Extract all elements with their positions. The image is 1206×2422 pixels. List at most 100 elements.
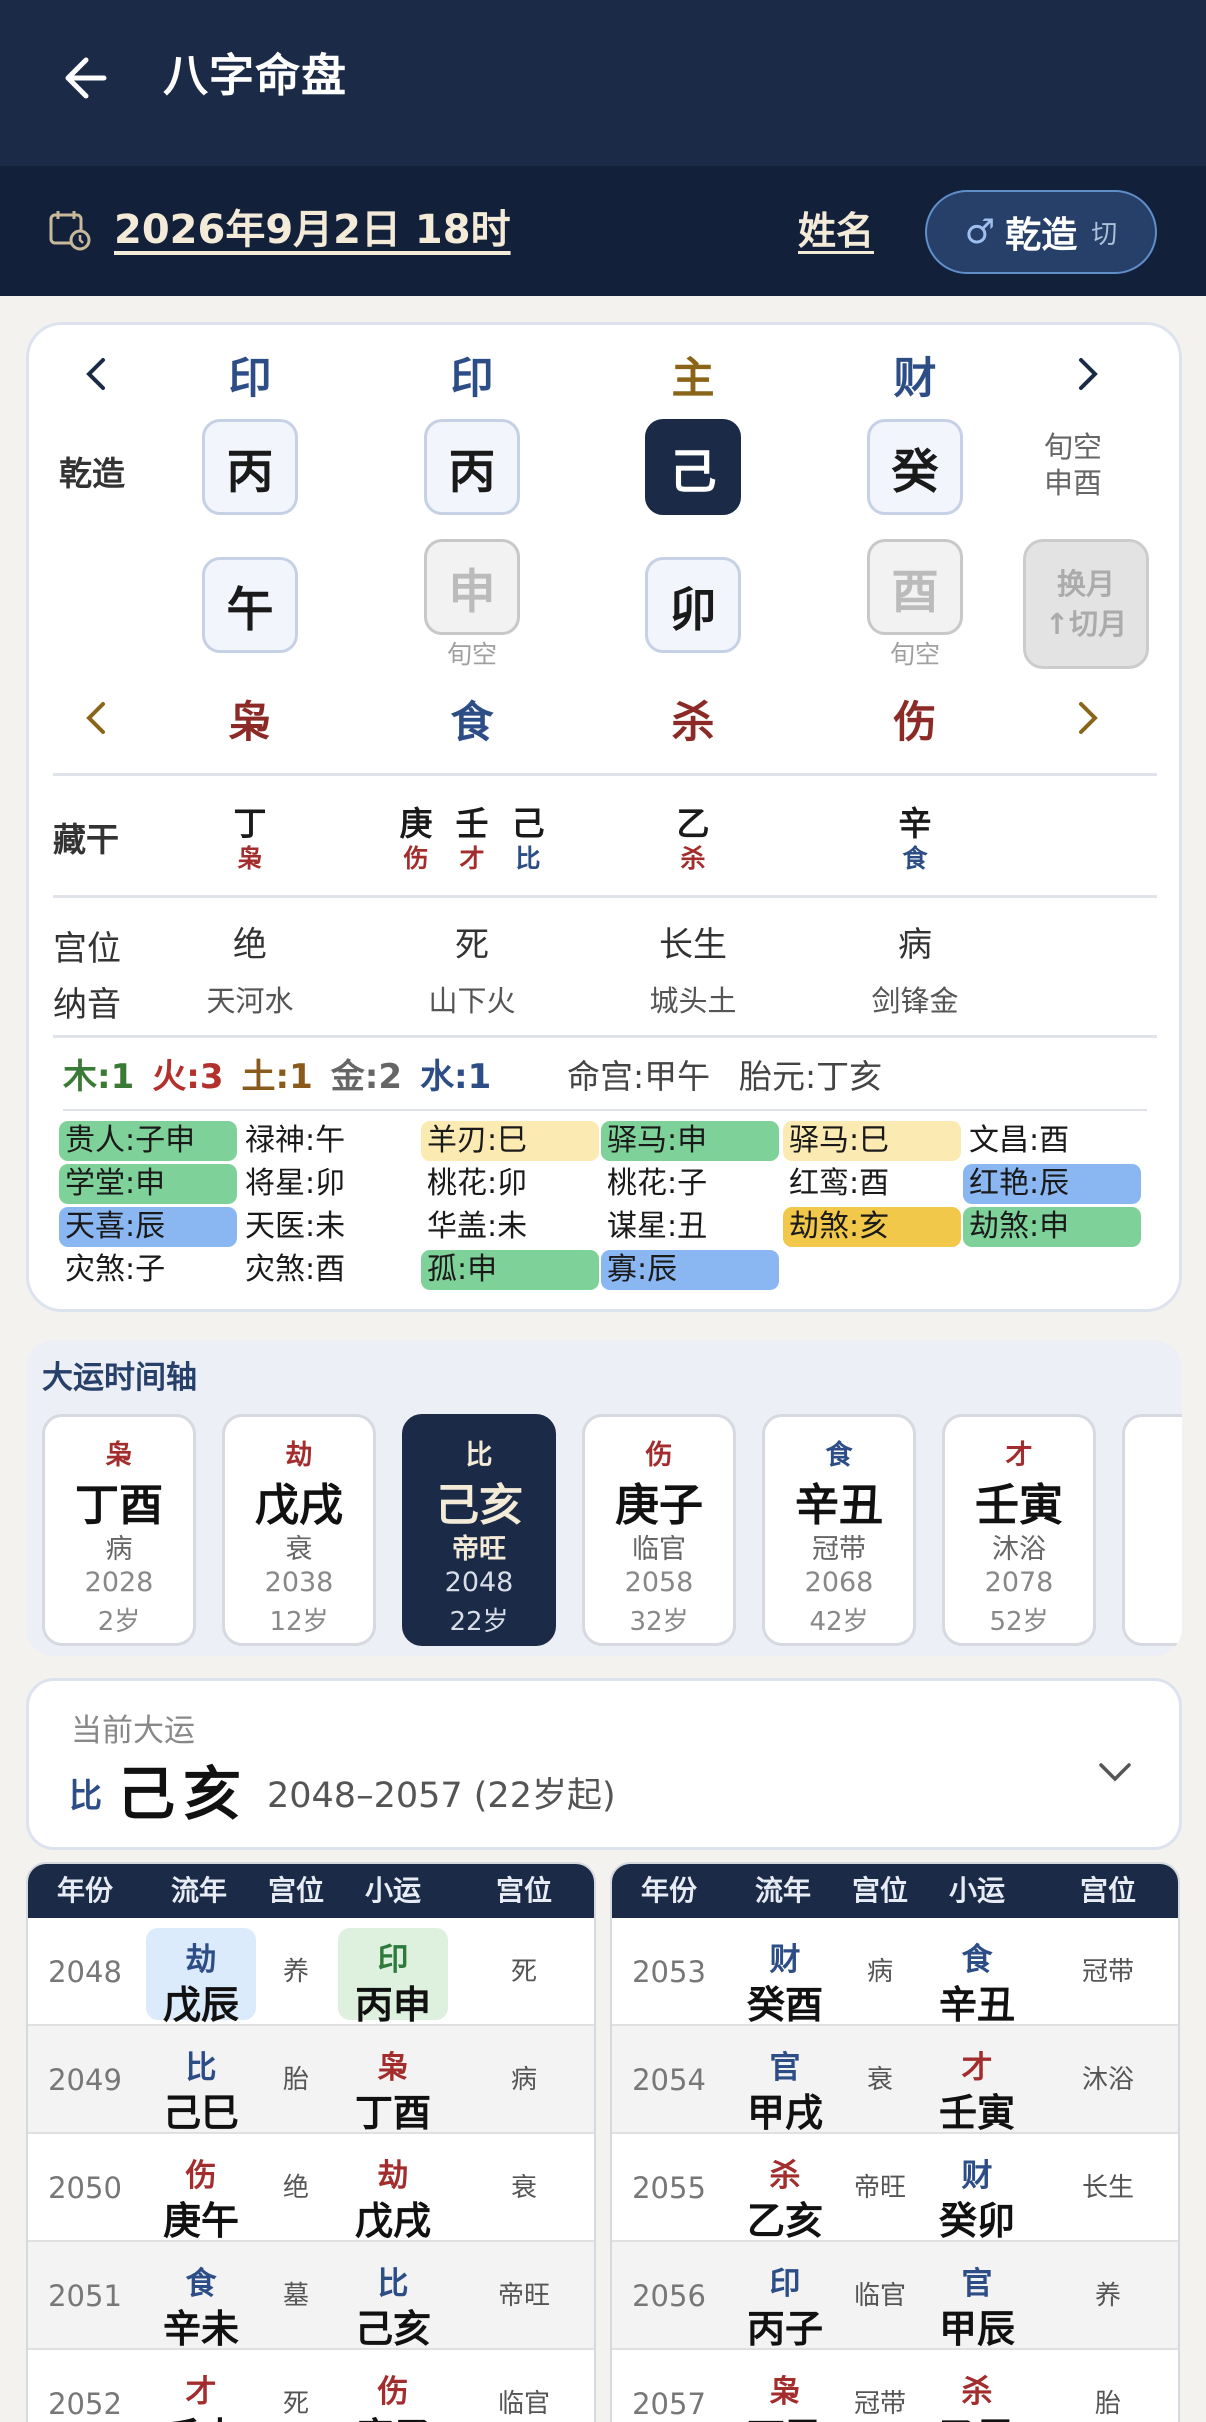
table-row[interactable]: 2049 比己巳胎枭丁酉病	[28, 2026, 594, 2135]
birth-date-selector[interactable]: 2026年9月2日 18时	[114, 200, 511, 260]
shensha-tag[interactable]: 天喜:辰	[59, 1207, 237, 1247]
table-row[interactable]: 2048 劫戊辰养印丙申死	[28, 1918, 594, 2027]
annual-ganzhi: 癸酉	[746, 1983, 823, 2027]
heavenly-stem-3[interactable]: 癸	[867, 419, 963, 515]
minor-luck-ganzhi: 丁酉	[354, 2091, 431, 2135]
minor-luck-ganzhi: 壬寅	[938, 2091, 1015, 2135]
shensha-tag[interactable]: 驿马:巳	[783, 1121, 961, 1161]
shensha-tag[interactable]: 劫煞:亥	[783, 1207, 961, 1247]
luck-start-year: 2038	[264, 1567, 334, 1598]
minor-luck-ganzhi: 辛丑	[938, 1983, 1015, 2027]
hidden-stem-god: 食	[902, 844, 928, 873]
year-cell: 2056	[632, 2279, 706, 2313]
luck-pillar-card[interactable]: 比己亥 帝旺 2048 22岁	[402, 1414, 556, 1646]
earthly-branch-0[interactable]: 午	[202, 557, 298, 653]
earthly-branch-2[interactable]: 卯	[645, 557, 741, 653]
shensha-tag[interactable]: 华盖:未	[421, 1207, 599, 1247]
heavenly-stem-0[interactable]: 丙	[202, 419, 298, 515]
luck-pillar-card[interactable]: 伤庚子 临官 2058 32岁	[582, 1414, 736, 1646]
timeline-title: 大运时间轴	[42, 1360, 197, 1396]
table-row[interactable]: 2053 财癸酉病食辛丑 冠带	[612, 1918, 1178, 2027]
minor-luck-pillar: 官甲辰	[922, 2252, 1032, 2351]
prev-top-chevron-icon[interactable]	[71, 349, 121, 399]
table-row[interactable]: 2051 食辛未墓比己亥 帝旺	[28, 2242, 594, 2351]
minor-luck-ten-god: 枭	[377, 2050, 409, 2086]
annual-ganzhi: 戊辰	[162, 1983, 239, 2027]
palace-label: 宫位	[53, 929, 121, 969]
minor-luck-ganzhi: 戊戌	[354, 2199, 431, 2243]
luck-ten-god: 比	[465, 1440, 493, 1471]
minor-luck-ganzhi: 丙申	[354, 1983, 431, 2027]
prev-bottom-chevron-icon[interactable]	[71, 693, 121, 743]
luck-start-age: 52岁	[989, 1607, 1049, 1637]
luck-ganzhi: 戊戌	[255, 1480, 343, 1531]
annual-palace: 衰	[866, 2065, 893, 2095]
shensha-tag[interactable]: 孤:申	[421, 1250, 599, 1290]
shensha-tag[interactable]: 劫煞:申	[963, 1207, 1141, 1247]
minor-luck-pillar: 财癸卯	[922, 2144, 1032, 2243]
calendar-clock-icon[interactable]	[48, 208, 92, 252]
heavenly-stem-1[interactable]: 丙	[424, 419, 520, 515]
luck-pillar-card[interactable]: 劫戊戌衰 2038 12岁	[222, 1414, 376, 1646]
back-arrow-icon[interactable]	[58, 46, 122, 110]
shensha-tag[interactable]: 文昌:酉	[963, 1121, 1141, 1161]
luck-pillar-card[interactable]: 枭丁酉病 2028 2岁	[42, 1414, 196, 1646]
chevron-down-icon[interactable]	[1093, 1751, 1137, 1795]
next-top-chevron-icon[interactable]	[1063, 349, 1113, 399]
earthly-branch-1[interactable]: 申	[424, 539, 520, 635]
annual-ten-god: 劫	[185, 1942, 217, 1978]
annual-palace: 死	[282, 2389, 309, 2419]
shensha-tag[interactable]: 红艳:辰	[963, 1164, 1141, 1204]
shensha-tag[interactable]: 谋星:丑	[601, 1207, 779, 1247]
luck-pillar-card[interactable]: 才壬寅 沐浴 2078 52岁	[942, 1414, 1096, 1646]
annual-pillar: 官甲戌	[730, 2036, 840, 2135]
column-header: 宫位	[1079, 1874, 1136, 1907]
palace-value: 长生	[659, 924, 727, 965]
luck-ganzhi: 辛丑	[795, 1480, 883, 1531]
column-header: 宫位	[495, 1874, 552, 1907]
shensha-tag[interactable]: 禄神:午	[239, 1121, 417, 1161]
shensha-tag[interactable]: 驿马:申	[601, 1121, 779, 1161]
void-summary: 旬空 申酉	[1013, 429, 1133, 501]
shensha-tag[interactable]: 贵人:子申	[59, 1121, 237, 1161]
shensha-tag[interactable]: 寡:辰	[601, 1250, 779, 1290]
table-row[interactable]: 2057枭丁丑冠带杀乙巳胎	[612, 2350, 1178, 2422]
table-row[interactable]: 2050 伤庚午绝劫戊戌衰	[28, 2134, 594, 2243]
shensha-tag[interactable]: 桃花:子	[601, 1164, 779, 1204]
element-count: 水:1	[420, 1057, 492, 1097]
shensha-tag[interactable]: 红鸾:酉	[783, 1164, 961, 1204]
minor-luck-palace: 衰	[510, 2173, 537, 2203]
luck-pillar-card-partial[interactable]	[1122, 1414, 1182, 1646]
shensha-tag[interactable]: 羊刃:巳	[421, 1121, 599, 1161]
shensha-tag[interactable]: 桃花:卯	[421, 1164, 599, 1204]
shensha-tag[interactable]: 灾煞:酉	[239, 1250, 417, 1290]
chart-gender-label: 乾造	[59, 454, 125, 493]
hidden-stem: 辛	[898, 804, 932, 843]
earthly-branch-3[interactable]: 酉	[867, 539, 963, 635]
table-row[interactable]: 2054 官甲戌衰才壬寅 沐浴	[612, 2026, 1178, 2135]
table-row[interactable]: 2055 杀乙亥 帝旺财癸卯 长生	[612, 2134, 1178, 2243]
luck-pillar-card[interactable]: 食辛丑 冠带 2068 42岁	[762, 1414, 916, 1646]
column-header: 宫位	[851, 1874, 908, 1907]
shensha-tag[interactable]: 将星:卯	[239, 1164, 417, 1204]
heavenly-stem-2[interactable]: 己	[645, 419, 741, 515]
current-luck-card[interactable]: 当前大运 比 己亥 2048–2057 (22岁起)	[26, 1678, 1182, 1850]
change-month-button[interactable]: 换月 ↑切月	[1023, 539, 1149, 669]
table-row[interactable]: 2052才壬申死伤庚子临官	[28, 2350, 594, 2422]
minor-luck-pillar: 比己亥	[338, 2252, 448, 2351]
annual-luck-table-left: 年份 流年 宫位 小运 宫位 2048 劫戊辰养印丙申死 2049 比己巳胎枭丁酉病 2050 伤庚…	[26, 1862, 596, 2422]
shensha-tag[interactable]: 天医:未	[239, 1207, 417, 1247]
shensha-tag[interactable]: 学堂:申	[59, 1164, 237, 1204]
divider	[63, 1109, 1147, 1111]
next-bottom-chevron-icon[interactable]	[1063, 693, 1113, 743]
name-button[interactable]: 姓名	[798, 205, 874, 257]
annual-palace: 绝	[282, 2173, 309, 2203]
table-row[interactable]: 2056 印丙子 临官官甲辰养	[612, 2242, 1178, 2351]
pillar-ten-god: 财	[893, 354, 937, 404]
gender-switch-button[interactable]: ♂ 乾造 切	[925, 190, 1157, 274]
annual-palace: 胎	[282, 2065, 309, 2095]
annual-ten-god: 才	[185, 2374, 217, 2410]
pillar-ten-god: 印	[228, 354, 272, 404]
shensha-tag[interactable]: 灾煞:子	[59, 1250, 237, 1290]
minor-luck-palace: 养	[1094, 2281, 1121, 2311]
